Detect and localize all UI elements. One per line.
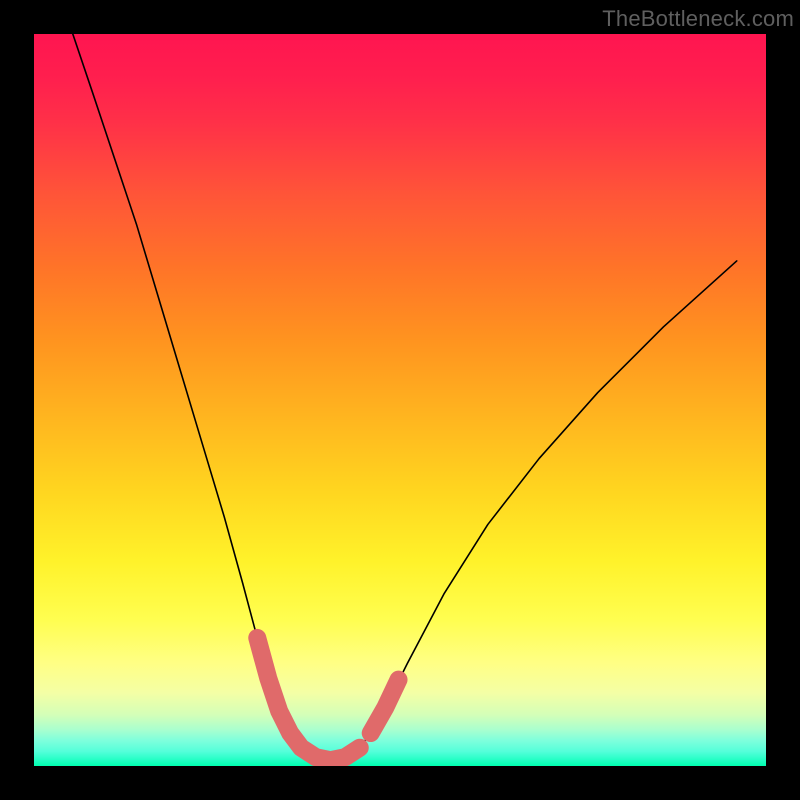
- chart-frame: TheBottleneck.com: [0, 0, 800, 800]
- marker-band-left: [257, 638, 359, 760]
- curve-layer: [34, 34, 766, 766]
- marker-band-right: [371, 680, 399, 733]
- watermark-text: TheBottleneck.com: [602, 6, 794, 32]
- bottleneck-curve: [73, 34, 737, 760]
- plot-area: [34, 34, 766, 766]
